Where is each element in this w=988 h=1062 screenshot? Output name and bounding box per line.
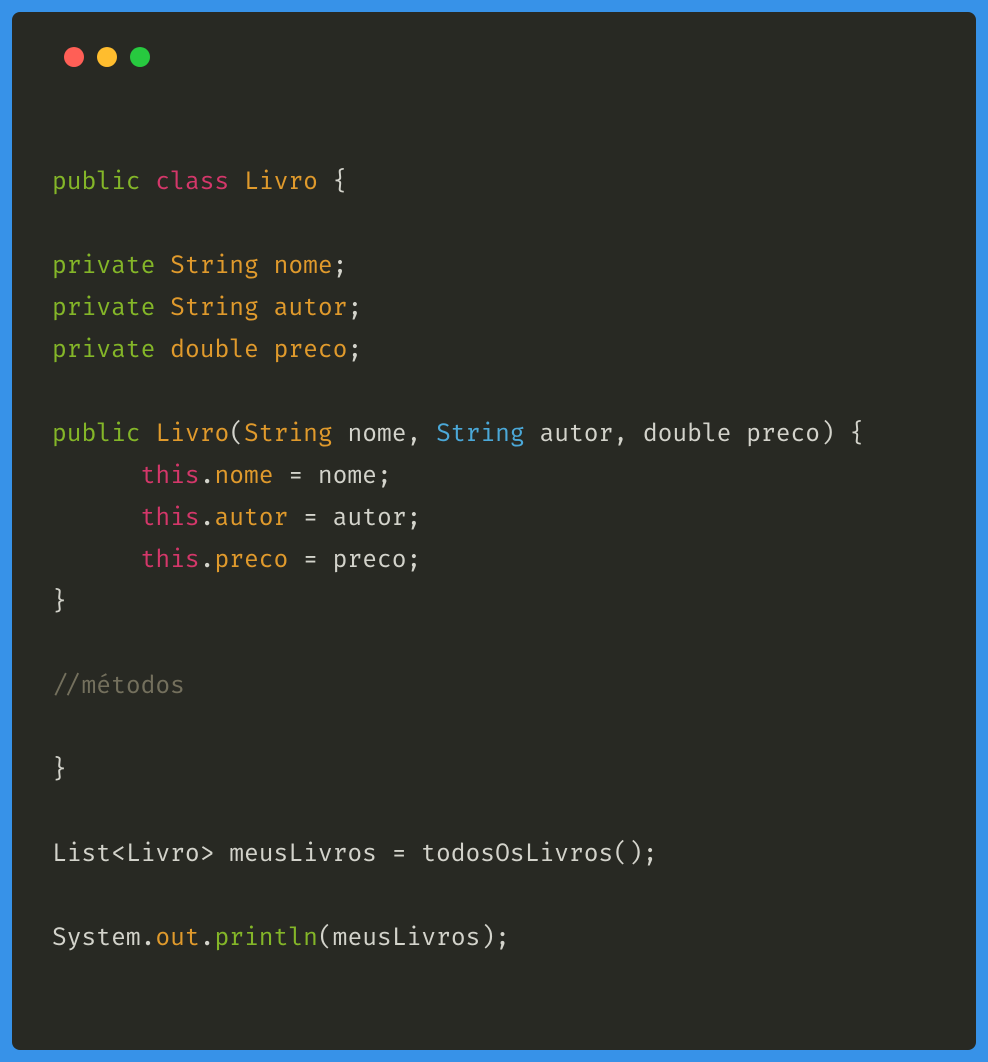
indent xyxy=(52,504,141,533)
dot: . xyxy=(200,504,215,533)
dot: . xyxy=(200,462,215,491)
params-rest: autor, double preco xyxy=(525,420,820,449)
semicolon: ; xyxy=(495,924,510,953)
type-string: String xyxy=(170,252,259,281)
out: out xyxy=(155,924,199,953)
field-preco: preco xyxy=(274,336,348,365)
code-window: public class Livro { private String nome… xyxy=(12,12,976,1050)
prop-preco: preco xyxy=(214,546,288,575)
system: System xyxy=(52,924,141,953)
println: println xyxy=(215,924,318,953)
indent xyxy=(52,546,141,575)
lparen: ( xyxy=(318,924,333,953)
minimize-icon[interactable] xyxy=(97,47,117,67)
keyword-this: this xyxy=(141,462,200,491)
assign: = preco; xyxy=(288,546,421,575)
brace: { xyxy=(835,420,865,449)
semicolon: ; xyxy=(333,252,348,281)
dot: . xyxy=(200,924,215,953)
keyword-public: public xyxy=(52,168,141,197)
code-block: public class Livro { private String nome… xyxy=(52,162,936,960)
param-type: String xyxy=(244,420,333,449)
traffic-lights xyxy=(64,47,936,67)
indent xyxy=(52,462,141,491)
semicolon: ; xyxy=(347,336,362,365)
arg: meusLivros xyxy=(333,924,481,953)
keyword-public: public xyxy=(52,420,141,449)
keyword-private: private xyxy=(52,336,155,365)
lparen: ( xyxy=(229,420,244,449)
list-declaration: List<Livro> meusLivros = todosOsLivros()… xyxy=(52,840,658,869)
rparen: ) xyxy=(820,420,835,449)
dot: . xyxy=(141,924,156,953)
param-type: String xyxy=(436,420,525,449)
keyword-private: private xyxy=(52,294,155,323)
constructor-name: Livro xyxy=(155,420,229,449)
keyword-class: class xyxy=(155,168,229,197)
close-icon[interactable] xyxy=(64,47,84,67)
brace: } xyxy=(52,588,67,617)
type-double: double xyxy=(170,336,259,365)
keyword-this: this xyxy=(141,504,200,533)
brace: } xyxy=(52,756,67,785)
semicolon: ; xyxy=(347,294,362,323)
dot: . xyxy=(200,546,215,575)
field-nome: nome xyxy=(274,252,333,281)
maximize-icon[interactable] xyxy=(130,47,150,67)
field-autor: autor xyxy=(274,294,348,323)
type-string: String xyxy=(170,294,259,323)
comment: //métodos xyxy=(52,672,185,701)
assign: = nome; xyxy=(274,462,392,491)
param-nome: nome, xyxy=(333,420,436,449)
brace: { xyxy=(318,168,348,197)
assign: = autor; xyxy=(288,504,421,533)
keyword-private: private xyxy=(52,252,155,281)
prop-autor: autor xyxy=(214,504,288,533)
keyword-this: this xyxy=(141,546,200,575)
class-name: Livro xyxy=(244,168,318,197)
prop-nome: nome xyxy=(214,462,273,491)
rparen: ) xyxy=(480,924,495,953)
